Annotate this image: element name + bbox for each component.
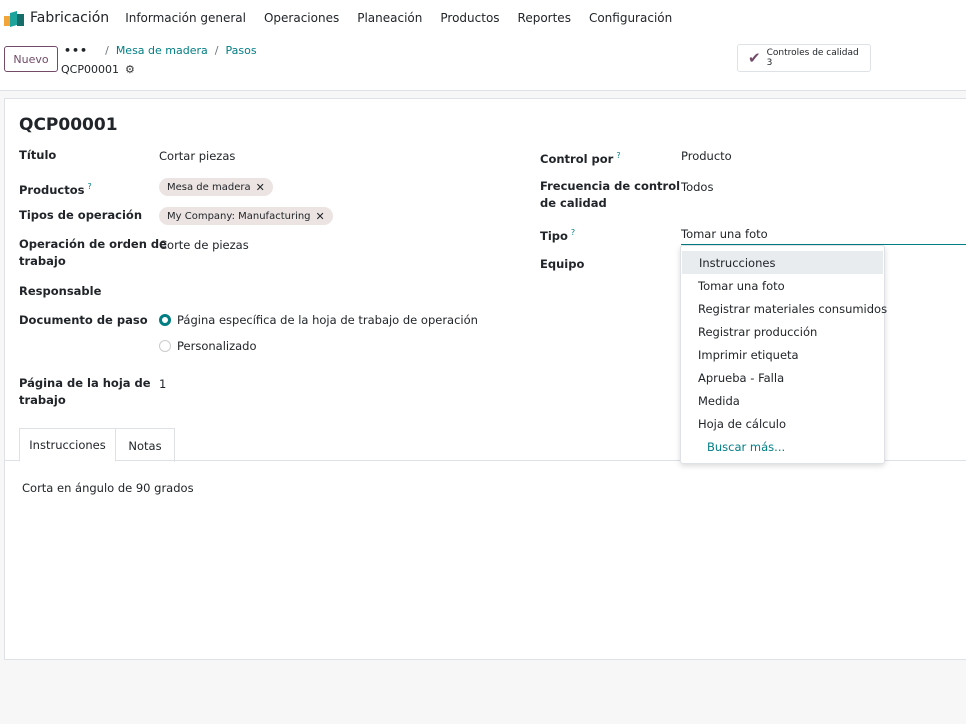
instructions-text[interactable]: Corta en ángulo de 90 grados (22, 481, 194, 495)
breadcrumb-mesa-de-madera[interactable]: Mesa de madera (116, 44, 208, 57)
quality-checks-button[interactable]: ✔ Controles de calidad 3 (737, 44, 871, 72)
remove-tag-icon[interactable]: ✕ (316, 210, 325, 223)
radio-pagina-especifica[interactable]: Página específica de la hoja de trabajo … (159, 313, 478, 327)
top-navbar: Fabricación Información general Operacio… (0, 0, 966, 36)
option-medida[interactable]: Medida (681, 389, 884, 412)
product-tag[interactable]: Mesa de madera ✕ (159, 178, 273, 196)
option-registrar-produccion[interactable]: Registrar producción (681, 320, 884, 343)
page-title: QCP00001 (19, 115, 118, 135)
radio-personalizado[interactable]: Personalizado (159, 339, 257, 353)
search-more-link[interactable]: Buscar más... (681, 435, 884, 458)
menu-operaciones[interactable]: Operaciones (264, 11, 339, 25)
documento-label: Documento de paso (19, 313, 148, 327)
productos-label: Productos? (19, 182, 92, 197)
control-por-label: Control por? (540, 151, 621, 166)
option-tomar-foto[interactable]: Tomar una foto (681, 274, 884, 297)
breadcrumb-more-icon[interactable]: ••• (64, 44, 88, 57)
menu-planeacion[interactable]: Planeación (357, 11, 422, 25)
record-name: QCP00001 ⚙ (61, 63, 135, 76)
pagina-hoja-field[interactable]: 1 (159, 376, 166, 393)
option-aprueba-falla[interactable]: Aprueba - Falla (681, 366, 884, 389)
menu-productos[interactable]: Productos (440, 11, 499, 25)
breadcrumb-pasos[interactable]: Pasos (225, 44, 256, 57)
frecuencia-label: Frecuencia de control de calidad (540, 179, 681, 210)
manufacturing-app-icon[interactable] (4, 10, 24, 27)
operacion-orden-label: Operación de orden de trabajo (19, 237, 167, 268)
check-icon: ✔ (748, 49, 761, 67)
tipo-label: Tipo? (540, 228, 576, 243)
remove-tag-icon[interactable]: ✕ (256, 181, 265, 194)
gear-icon[interactable]: ⚙ (125, 63, 135, 76)
titulo-label: Título (19, 148, 57, 162)
frecuencia-field[interactable]: Todos (681, 179, 713, 196)
operacion-orden-field[interactable]: Corte de piezas (159, 237, 249, 254)
tab-notas[interactable]: Notas (116, 428, 175, 462)
menu-configuracion[interactable]: Configuración (589, 11, 672, 25)
tipo-input[interactable]: Tomar una foto (681, 225, 966, 245)
menu-informacion-general[interactable]: Información general (125, 11, 246, 25)
operation-type-tag[interactable]: My Company: Manufacturing ✕ (159, 207, 333, 225)
option-hoja-calculo[interactable]: Hoja de cálculo (681, 412, 884, 435)
breadcrumb: ••• / Mesa de madera / Pasos (64, 44, 257, 57)
tab-instrucciones[interactable]: Instrucciones (19, 428, 116, 462)
option-instrucciones[interactable]: Instrucciones (682, 251, 883, 274)
tipo-dropdown: Instrucciones Tomar una foto Registrar m… (680, 245, 887, 464)
menu-reportes[interactable]: Reportes (518, 11, 571, 25)
titulo-field[interactable]: Cortar piezas (159, 148, 235, 165)
control-por-field[interactable]: Producto (681, 148, 732, 165)
option-imprimir-etiqueta[interactable]: Imprimir etiqueta (681, 343, 884, 366)
control-panel: Nuevo ••• / Mesa de madera / Pasos QCP00… (0, 36, 966, 91)
app-brand[interactable]: Fabricación (30, 10, 109, 26)
responsable-label: Responsable (19, 284, 102, 298)
equipo-label: Equipo (540, 257, 585, 271)
new-button[interactable]: Nuevo (4, 46, 58, 72)
tipos-operacion-label: Tipos de operación (19, 208, 143, 222)
pagina-hoja-label: Página de la hoja de trabajo (19, 376, 151, 407)
option-registrar-materiales[interactable]: Registrar materiales consumidos (681, 297, 887, 320)
